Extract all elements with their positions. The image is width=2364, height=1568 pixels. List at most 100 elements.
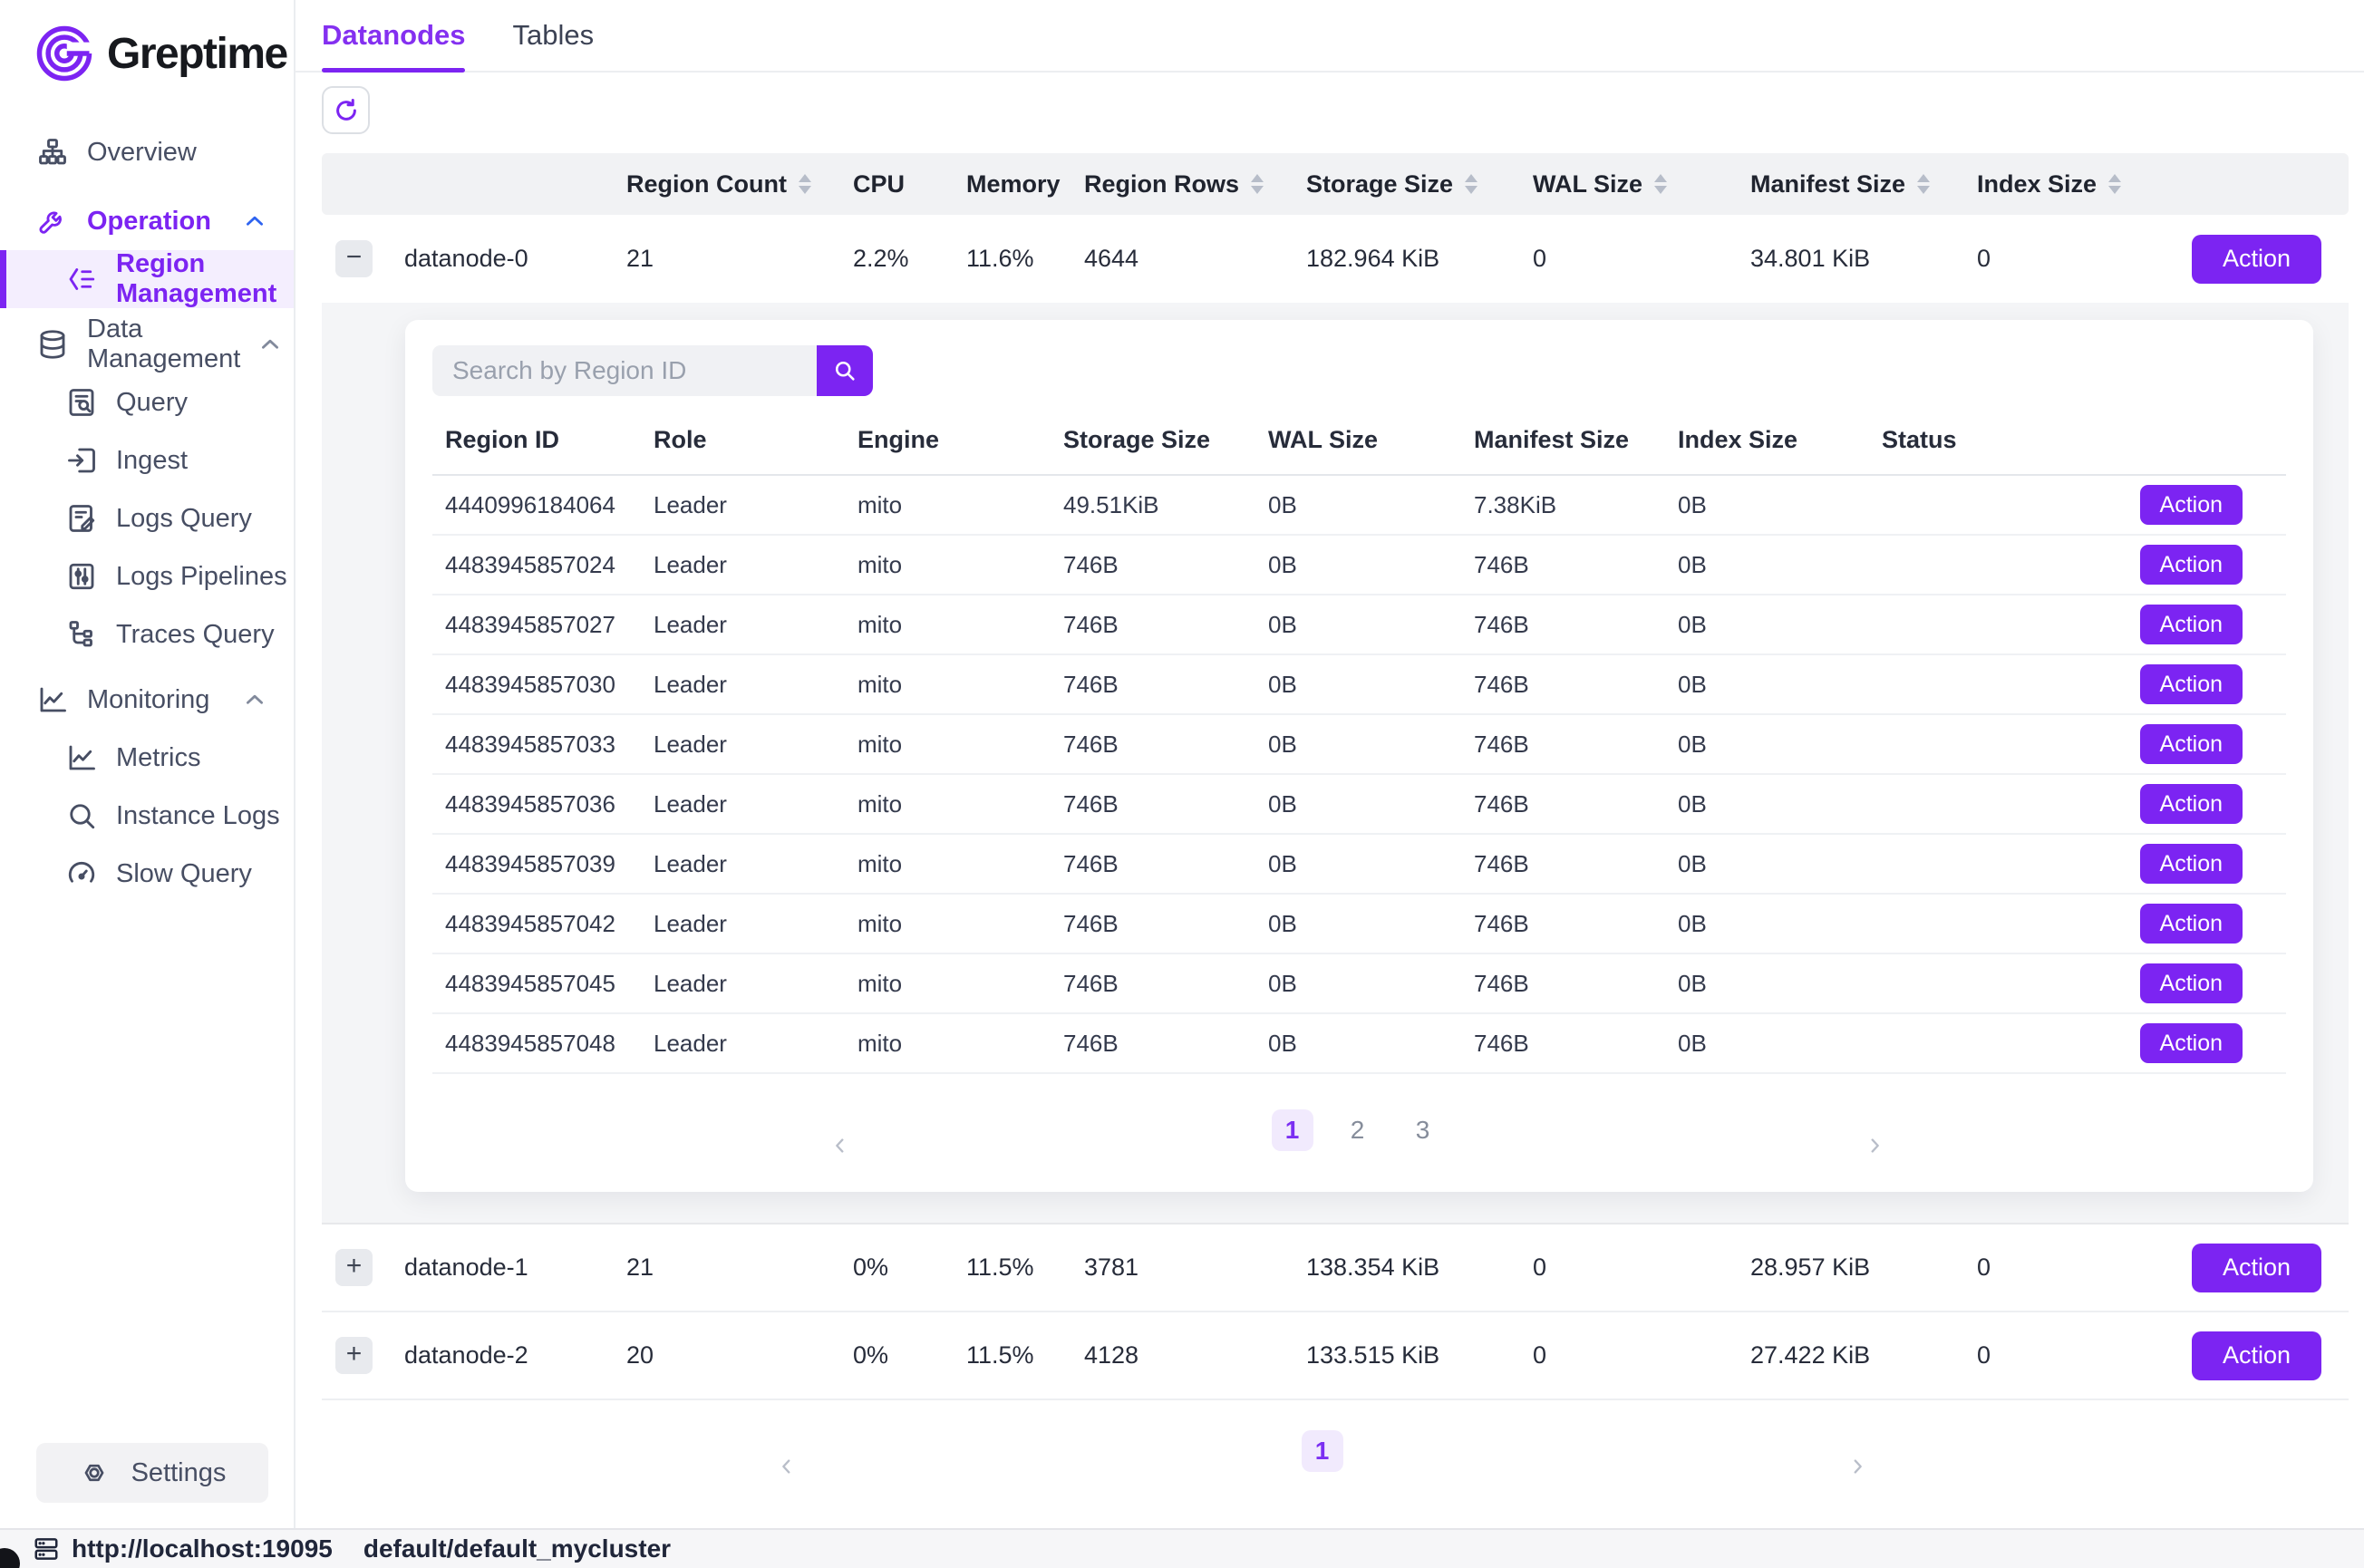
datanode-action-button[interactable]: Action bbox=[2192, 235, 2321, 284]
sidebar-item-label: Instance Logs bbox=[116, 801, 280, 831]
datanode-action-button[interactable]: Action bbox=[2192, 1331, 2321, 1380]
sidebar-item-slow-query[interactable]: Slow Query bbox=[0, 845, 294, 903]
engine-value: mito bbox=[845, 790, 1051, 818]
region-action-button[interactable]: Action bbox=[2140, 784, 2243, 824]
refresh-button[interactable] bbox=[322, 86, 370, 134]
engine-value: mito bbox=[845, 910, 1051, 938]
wal-size-value: 0 bbox=[1518, 1253, 1736, 1282]
manifest-size-value: 746B bbox=[1461, 790, 1665, 818]
region-count-value: 21 bbox=[612, 245, 838, 273]
region-action-button[interactable]: Action bbox=[2140, 844, 2243, 884]
column-header-storage-size[interactable]: Storage Size bbox=[1292, 170, 1518, 198]
sidebar-item-logs-pipelines[interactable]: Logs Pipelines bbox=[0, 547, 294, 605]
metrics-chart-icon bbox=[65, 741, 98, 774]
column-header-manifest-size: Manifest Size bbox=[1461, 426, 1665, 454]
sidebar-nav: Overview Operation Region Management bbox=[0, 123, 294, 1443]
region-row: 4483945857024 Leader mito 746B 0B 746B 0… bbox=[432, 536, 2286, 595]
previous-page-button[interactable] bbox=[432, 1125, 1248, 1166]
sidebar-group-operation[interactable]: Operation bbox=[0, 192, 294, 250]
region-id-value: 4483945857048 bbox=[432, 1030, 641, 1058]
settings-button[interactable]: Settings bbox=[36, 1443, 268, 1503]
region-action-button[interactable]: Action bbox=[2140, 904, 2243, 944]
sort-icon[interactable] bbox=[1465, 174, 1478, 194]
storage-size-value: 746B bbox=[1051, 910, 1255, 938]
sidebar-item-label: Logs Pipelines bbox=[116, 562, 287, 592]
sidebar-item-ingest[interactable]: Ingest bbox=[0, 431, 294, 489]
chevron-up-icon[interactable] bbox=[243, 209, 266, 233]
sidebar-item-traces-query[interactable]: Traces Query bbox=[0, 605, 294, 663]
page-button-1[interactable]: 1 bbox=[1272, 1109, 1313, 1151]
index-size-value: 0B bbox=[1665, 671, 1869, 699]
column-label: Index Size bbox=[1977, 170, 2097, 198]
brand-name: Greptime bbox=[107, 29, 287, 79]
server-url[interactable]: http://localhost:19095 bbox=[72, 1534, 333, 1563]
region-id-value: 4483945857030 bbox=[432, 671, 641, 699]
collapse-row-button[interactable]: − bbox=[335, 240, 373, 277]
datanodes-table: Region Count CPU Memory Region Rows Stor… bbox=[322, 153, 2349, 1400]
chevron-up-icon[interactable] bbox=[243, 688, 266, 711]
region-rows-value: 4128 bbox=[1070, 1341, 1292, 1370]
region-action-button[interactable]: Action bbox=[2140, 485, 2243, 525]
tab-tables[interactable]: Tables bbox=[512, 0, 594, 71]
column-header-index-size[interactable]: Index Size bbox=[1962, 170, 2135, 198]
sidebar-group-data-management[interactable]: Data Management bbox=[0, 315, 294, 373]
chevron-up-icon[interactable] bbox=[258, 333, 282, 356]
sidebar-group-monitoring[interactable]: Monitoring bbox=[0, 671, 294, 729]
wal-size-value: 0 bbox=[1518, 245, 1736, 273]
expand-row-button[interactable]: + bbox=[335, 1337, 373, 1374]
region-action-button[interactable]: Action bbox=[2140, 664, 2243, 704]
storage-size-value: 746B bbox=[1051, 731, 1255, 759]
regions-table-body: 4440996184064 Leader mito 49.51KiB 0B 7.… bbox=[432, 476, 2286, 1074]
region-action-button[interactable]: Action bbox=[2140, 724, 2243, 764]
memory-value: 11.6% bbox=[952, 245, 1070, 273]
datanode-row: + datanode-1 21 0% 11.5% 3781 138.354 Ki… bbox=[322, 1224, 2349, 1312]
page-button-1[interactable]: 1 bbox=[1302, 1430, 1343, 1472]
sidebar-item-label: Slow Query bbox=[116, 859, 252, 889]
region-action-button[interactable]: Action bbox=[2140, 963, 2243, 1003]
wal-size-value: 0B bbox=[1255, 551, 1461, 579]
sort-icon[interactable] bbox=[1654, 174, 1667, 194]
sort-icon[interactable] bbox=[1917, 174, 1930, 194]
tab-datanodes[interactable]: Datanodes bbox=[322, 0, 465, 71]
sidebar-item-overview[interactable]: Overview bbox=[0, 123, 294, 181]
page-button-3[interactable]: 3 bbox=[1402, 1109, 1444, 1151]
region-action-button[interactable]: Action bbox=[2140, 605, 2243, 644]
previous-page-button[interactable] bbox=[296, 1446, 1278, 1487]
region-search-input[interactable] bbox=[432, 345, 817, 396]
sidebar-item-instance-logs[interactable]: Instance Logs bbox=[0, 787, 294, 845]
sidebar-item-logs-query[interactable]: Logs Query bbox=[0, 489, 294, 547]
sidebar-item-label: Logs Query bbox=[116, 504, 252, 534]
cluster-name[interactable]: default/default_mycluster bbox=[363, 1534, 671, 1563]
region-rows-value: 4644 bbox=[1070, 245, 1292, 273]
next-page-button[interactable] bbox=[1468, 1125, 2283, 1166]
next-page-button[interactable] bbox=[1367, 1446, 2349, 1487]
column-header-wal-size[interactable]: WAL Size bbox=[1518, 170, 1736, 198]
wal-size-value: 0B bbox=[1255, 910, 1461, 938]
region-action-button[interactable]: Action bbox=[2140, 545, 2243, 585]
column-header-manifest-size[interactable]: Manifest Size bbox=[1736, 170, 1962, 198]
column-header-region-count[interactable]: Region Count bbox=[612, 170, 838, 198]
sidebar-item-metrics[interactable]: Metrics bbox=[0, 729, 294, 787]
sort-icon[interactable] bbox=[799, 174, 811, 194]
page-button-2[interactable]: 2 bbox=[1337, 1109, 1379, 1151]
region-action-button[interactable]: Action bbox=[2140, 1023, 2243, 1063]
manifest-size-value: 746B bbox=[1461, 1030, 1665, 1058]
storage-size-value: 746B bbox=[1051, 551, 1255, 579]
role-value: Leader bbox=[641, 850, 845, 878]
chevron-left-icon bbox=[830, 1136, 850, 1156]
sidebar-item-query[interactable]: Query bbox=[0, 373, 294, 431]
region-search-button[interactable] bbox=[817, 345, 873, 396]
region-id-value: 4483945857045 bbox=[432, 970, 641, 998]
column-header-index-size: Index Size bbox=[1665, 426, 1869, 454]
manifest-size-value: 746B bbox=[1461, 671, 1665, 699]
plus-icon: + bbox=[346, 1341, 363, 1368]
expand-row-button[interactable]: + bbox=[335, 1249, 373, 1286]
sort-icon[interactable] bbox=[1251, 174, 1264, 194]
role-value: Leader bbox=[641, 671, 845, 699]
column-header-region-rows[interactable]: Region Rows bbox=[1070, 170, 1292, 198]
datanode-action-button[interactable]: Action bbox=[2192, 1244, 2321, 1292]
sort-icon[interactable] bbox=[2108, 174, 2121, 194]
sidebar-item-region-management[interactable]: Region Management bbox=[0, 250, 294, 308]
sidebar-item-label: Overview bbox=[87, 138, 197, 168]
column-header-engine: Engine bbox=[845, 426, 1051, 454]
